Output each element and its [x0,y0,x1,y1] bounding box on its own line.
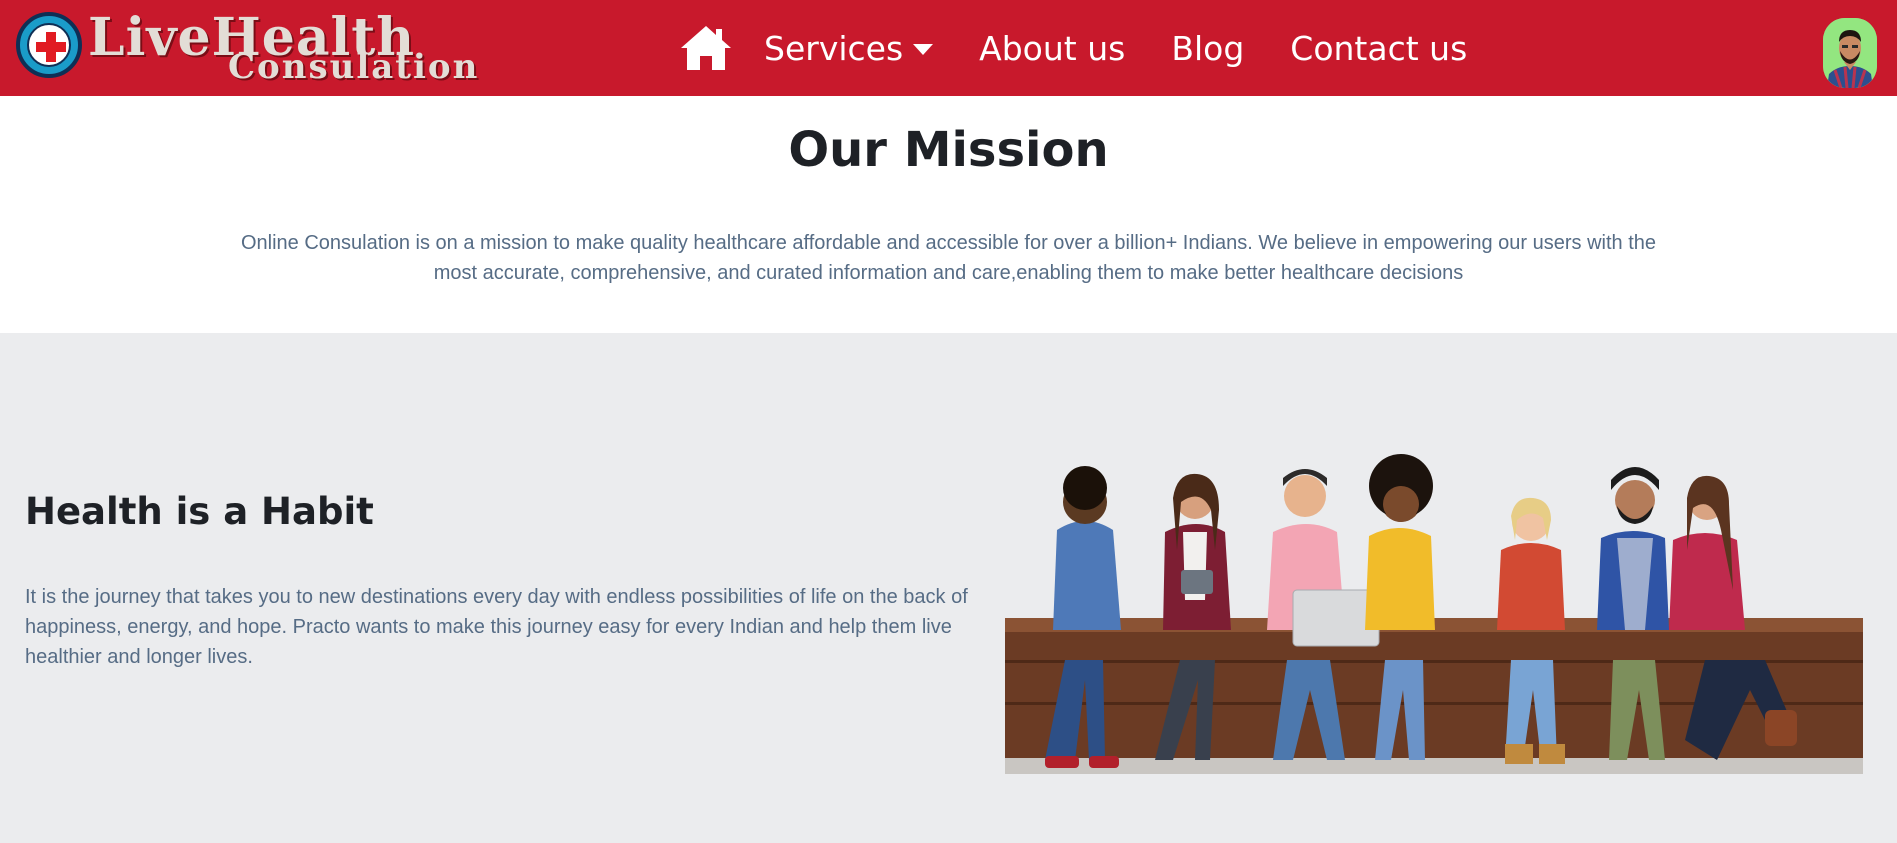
mission-text: Online Consulation is on a mission to ma… [240,232,1657,284]
user-avatar[interactable] [1823,18,1877,88]
mission-title: Our Mission [788,122,1109,178]
habit-text: It is the journey that takes you to new … [25,586,968,668]
brand-logo[interactable]: LiveHealth Consulation [16,10,561,87]
medical-cross-icon [16,12,82,78]
mission-section: Our Mission Online Consulation is on a m… [0,96,1897,333]
top-navbar: LiveHealth Consulation Services About us… [0,0,1897,96]
nav-blog[interactable]: Blog [1171,29,1244,68]
caret-down-icon [913,43,934,55]
habit-title: Health is a Habit [25,490,374,533]
nav-contact-us[interactable]: Contact us [1290,29,1467,68]
nav-services-dropdown[interactable]: Services [764,28,934,68]
brand-subtitle: Consulation [228,47,480,87]
home-link[interactable] [676,18,736,78]
nav-services-label: Services [764,28,904,68]
group-photo [1005,440,1863,780]
main-nav: Services About us Blog Contact us [676,0,1513,96]
home-icon [681,26,731,70]
nav-about-us[interactable]: About us [979,29,1125,68]
